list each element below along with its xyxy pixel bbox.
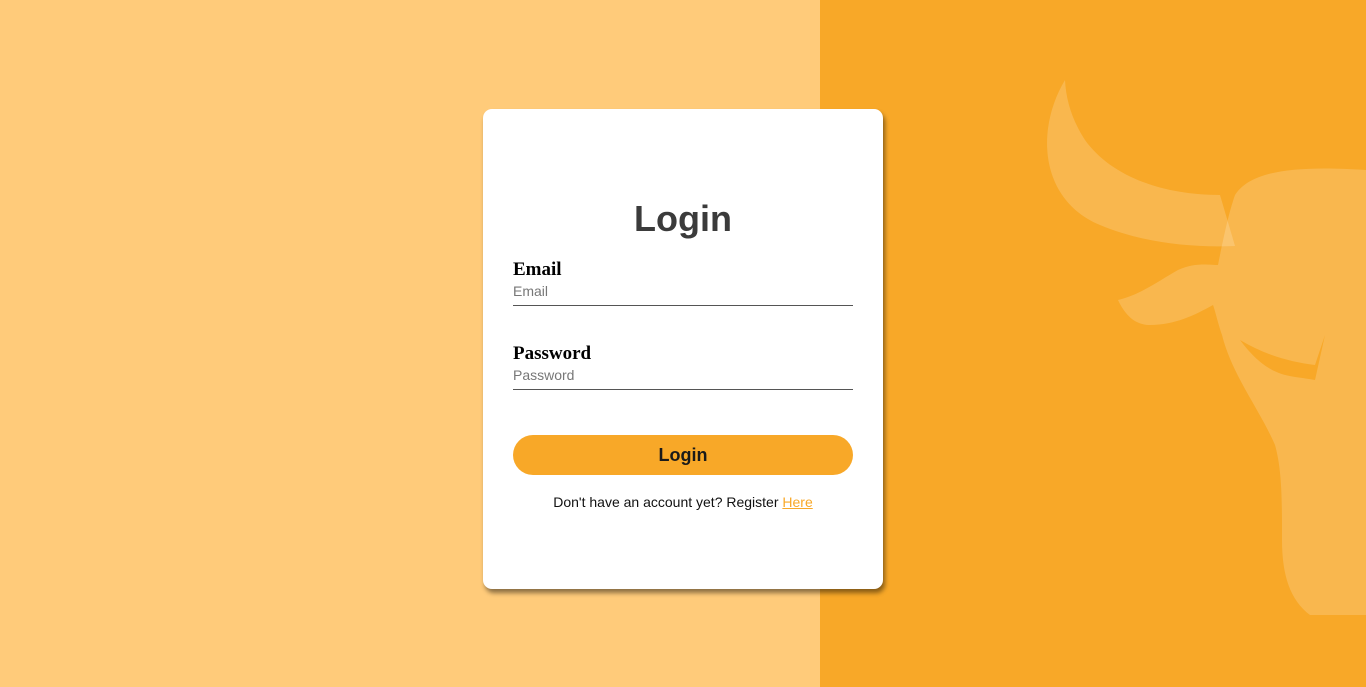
register-prompt: Don't have an account yet? Register Here xyxy=(513,494,853,510)
bull-head-icon xyxy=(1047,80,1366,615)
email-input[interactable] xyxy=(513,281,853,306)
login-page: Login Email Password Login Don't have an… xyxy=(0,0,1366,687)
login-title: Login xyxy=(634,198,732,239)
right-background-panel xyxy=(820,0,1366,687)
login-button[interactable]: Login xyxy=(513,435,853,475)
login-card: Login Email Password Login Don't have an… xyxy=(483,109,883,589)
register-here-link[interactable]: Here xyxy=(782,494,812,510)
password-input[interactable] xyxy=(513,365,853,390)
password-label: Password xyxy=(513,343,592,364)
email-field-group: Email xyxy=(513,259,853,306)
password-field-group: Password xyxy=(513,343,853,390)
register-prompt-text: Don't have an account yet? Register xyxy=(553,494,783,510)
email-label: Email xyxy=(513,259,562,280)
